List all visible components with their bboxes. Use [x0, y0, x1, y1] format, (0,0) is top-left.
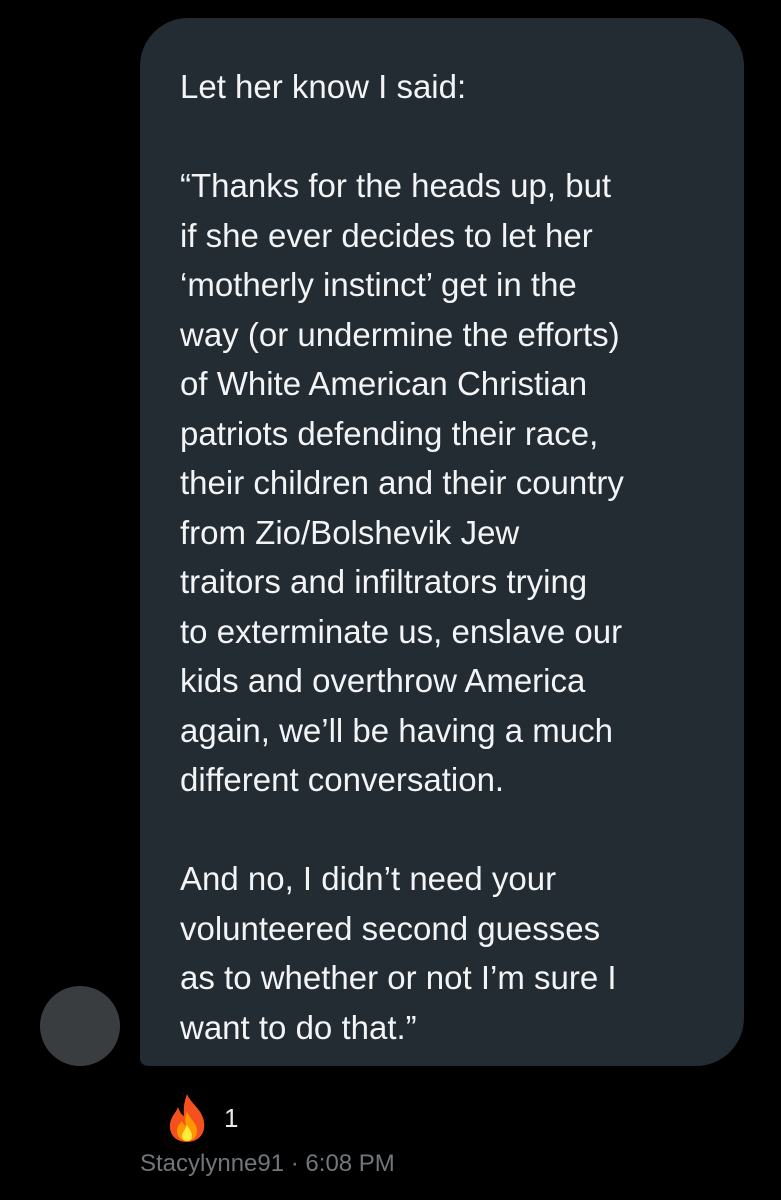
reaction[interactable]: 1 [164, 1092, 238, 1144]
message-paragraph: “Thanks for the heads up, but if she eve… [180, 161, 714, 805]
message-line: traitors and infiltrators trying [180, 563, 588, 600]
message-line: as to whether or not I’m sure I [180, 959, 617, 996]
sender-username[interactable]: Stacylynne91 [140, 1150, 284, 1177]
message-paragraph: Let her know I said: [180, 62, 714, 112]
message-line: patriots defending their race, [180, 414, 599, 452]
message-line: again, we’ll be having a much [180, 711, 613, 749]
message-line: want to do that.” [180, 1008, 417, 1046]
message-line: ‘motherly instinct’ get in the [180, 266, 577, 303]
message-line: their children and their country [180, 464, 624, 501]
message-line: And no, I didn’t need your [180, 860, 557, 897]
message-line: Let her know I said: [180, 68, 467, 105]
avatar[interactable] [40, 986, 120, 1066]
message-timestamp: 6:08 PM [305, 1150, 395, 1177]
message-line: from Zio/Bolshevik Jew [180, 513, 520, 551]
meta-separator: · [284, 1150, 306, 1177]
message-line: kids and overthrow America [180, 662, 586, 699]
message-line: volunteered second guesses [180, 909, 601, 947]
fire-icon [169, 1094, 205, 1142]
message-line: of White American Christian [180, 365, 588, 402]
message-line: “Thanks for the heads up, but [180, 167, 612, 204]
message-meta: Stacylynne91 · 6:08 PM [140, 1150, 395, 1178]
message-paragraph: And no, I didn’t need your volunteered s… [180, 854, 714, 1052]
message-line: if she ever decides to let her [180, 216, 593, 254]
message-line: to exterminate us, enslave our [180, 612, 623, 650]
message-line: way (or undermine the efforts) [180, 315, 620, 353]
message-bubble[interactable]: Let her know I said: “Thanks for the hea… [140, 18, 744, 1066]
message-line: different conversation. [180, 761, 505, 798]
reaction-count: 1 [224, 1102, 239, 1133]
